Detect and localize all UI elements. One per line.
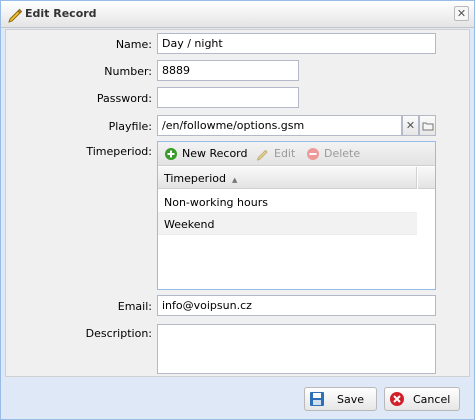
- clear-playfile-button[interactable]: ✕: [402, 115, 419, 136]
- close-icon: ✕: [456, 7, 467, 20]
- name-field[interactable]: Day / night: [157, 33, 436, 54]
- playfile-field[interactable]: /en/followme/options.gsm: [157, 115, 402, 136]
- sort-ascending-icon: ▲: [231, 176, 238, 184]
- table-row[interactable]: Weekend: [158, 213, 417, 235]
- password-label: Password:: [96, 92, 152, 105]
- folder-icon: [422, 122, 434, 135]
- cancel-label: Cancel: [413, 393, 451, 406]
- dialog-body: Name: Day / night Number: 8889 Password:…: [5, 29, 470, 377]
- clear-icon: ✕: [405, 119, 416, 132]
- cancel-circle-icon: [389, 391, 405, 407]
- browse-playfile-button[interactable]: [419, 115, 436, 136]
- timeperiod-column-title: Timeperiod: [164, 172, 226, 185]
- email-field[interactable]: info@voipsun.cz: [157, 295, 436, 316]
- dialog-titlebar[interactable]: Edit Record ✕: [1, 1, 474, 28]
- description-label: Description:: [85, 327, 152, 340]
- delete-label: Delete: [324, 147, 361, 160]
- minus-circle-icon: [306, 147, 320, 161]
- save-button[interactable]: Save: [304, 387, 377, 411]
- table-row[interactable]: Non-working hours: [158, 191, 417, 213]
- column-header-filler: [418, 167, 435, 189]
- timeperiod-label: Timeperiod:: [86, 145, 152, 158]
- timeperiod-column-header[interactable]: Timeperiod ▲: [158, 167, 417, 189]
- close-button[interactable]: ✕: [454, 6, 469, 21]
- playfile-label: Playfile:: [108, 120, 152, 133]
- description-textarea[interactable]: [157, 324, 436, 374]
- pencil-icon: [256, 147, 270, 161]
- number-label: Number:: [104, 65, 152, 78]
- edit-label: Edit: [274, 147, 296, 160]
- cancel-button[interactable]: Cancel: [384, 387, 460, 411]
- password-field[interactable]: [157, 87, 299, 108]
- floppy-disk-icon: [309, 391, 325, 407]
- edit-record-dialog: Edit Record ✕ Name: Day / night Number: …: [0, 0, 475, 420]
- timeperiod-grid: New Record Edit Delete Timeperiod ▲ Non-…: [157, 141, 436, 290]
- number-field[interactable]: 8889: [157, 60, 299, 81]
- name-label: Name:: [115, 38, 152, 51]
- dialog-title: Edit Record: [25, 7, 97, 20]
- delete-button[interactable]: Delete: [306, 146, 362, 162]
- new-record-button[interactable]: New Record: [164, 146, 248, 162]
- grid-toolbar: New Record Edit Delete: [158, 142, 435, 166]
- save-label: Save: [337, 393, 365, 406]
- email-label: Email:: [117, 300, 152, 313]
- plus-circle-icon: [164, 147, 178, 161]
- edit-button[interactable]: Edit: [256, 146, 298, 162]
- new-record-label: New Record: [182, 147, 248, 160]
- pencil-icon: [7, 7, 23, 23]
